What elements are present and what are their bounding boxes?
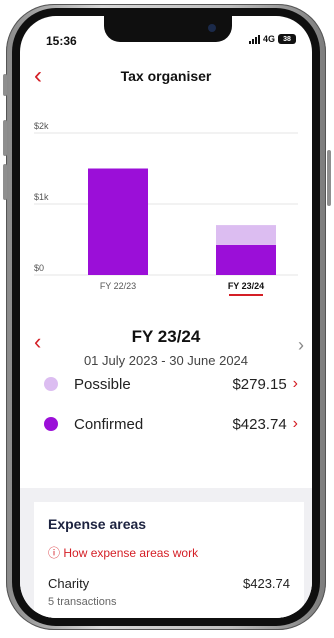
possible-dot-icon xyxy=(44,377,58,391)
y-tick-label: $1k xyxy=(34,192,49,202)
confirmed-dot-icon xyxy=(44,417,58,431)
expense-category-name[interactable]: Charity xyxy=(48,576,89,591)
network-label: 4G xyxy=(262,34,275,44)
bar-possible xyxy=(216,225,276,245)
summary-row-confirmed[interactable]: Confirmed $423.74 › xyxy=(20,408,312,440)
period-selector: ‹ › FY 23/24 01 July 2023 - 30 June 2024 xyxy=(20,311,312,368)
power-button xyxy=(327,150,331,206)
info-icon: ⓘ xyxy=(48,546,61,560)
previous-period-button[interactable]: ‹ xyxy=(34,329,41,355)
tax-chart: $0 $1k $2k FY 22/23 FY 23/24 xyxy=(34,121,298,296)
summary-amount: $279.15 xyxy=(232,375,287,393)
y-tick-label: $0 xyxy=(34,263,44,273)
signal-icon xyxy=(248,34,260,44)
expense-category-amount: $423.74 xyxy=(243,576,290,591)
status-indicators: 4G 38 xyxy=(248,34,296,44)
expense-areas-title: Expense areas xyxy=(48,516,147,532)
volume-down-button xyxy=(3,164,7,200)
x-tick-label: FY 22/23 xyxy=(100,281,136,291)
summary-amount: $423.74 xyxy=(232,415,287,433)
chevron-right-icon[interactable]: › xyxy=(293,375,298,393)
x-tick-label: FY 23/24 xyxy=(228,281,264,291)
action-button xyxy=(3,74,7,96)
bar-confirmed xyxy=(216,244,276,275)
period-title: FY 23/24 xyxy=(131,327,201,346)
status-time: 15:36 xyxy=(46,34,77,48)
expense-areas-card: Expense areas ⓘ How expense areas work C… xyxy=(34,502,304,618)
period-range: 01 July 2023 - 30 June 2024 xyxy=(83,353,249,368)
chevron-right-icon[interactable]: › xyxy=(293,415,298,433)
help-link-label: How expense areas work xyxy=(63,546,199,560)
nav-header: ‹ Tax organiser xyxy=(20,58,312,94)
summary-label: Confirmed xyxy=(74,415,144,433)
camera-icon xyxy=(208,24,216,32)
app-screen: 15:36 4G 38 ‹ Tax organiser $0 $1k $2k FY 2… xyxy=(20,16,312,618)
bar-confirmed xyxy=(88,168,148,275)
y-tick-label: $2k xyxy=(34,121,49,131)
phone-device: 15:36 4G 38 ‹ Tax organiser $0 $1k $2k FY 2… xyxy=(0,0,334,638)
summary-label: Possible xyxy=(74,375,131,393)
page-title: Tax organiser xyxy=(120,68,212,84)
battery-icon: 38 xyxy=(278,34,296,44)
help-link[interactable]: ⓘ How expense areas work xyxy=(48,544,198,561)
next-period-button[interactable]: › xyxy=(298,335,304,356)
volume-up-button xyxy=(3,120,7,156)
selected-period-underline xyxy=(229,294,263,296)
expense-category-detail: 5 transactions xyxy=(48,596,117,608)
summary-row-possible[interactable]: Possible $279.15 › xyxy=(20,368,312,400)
